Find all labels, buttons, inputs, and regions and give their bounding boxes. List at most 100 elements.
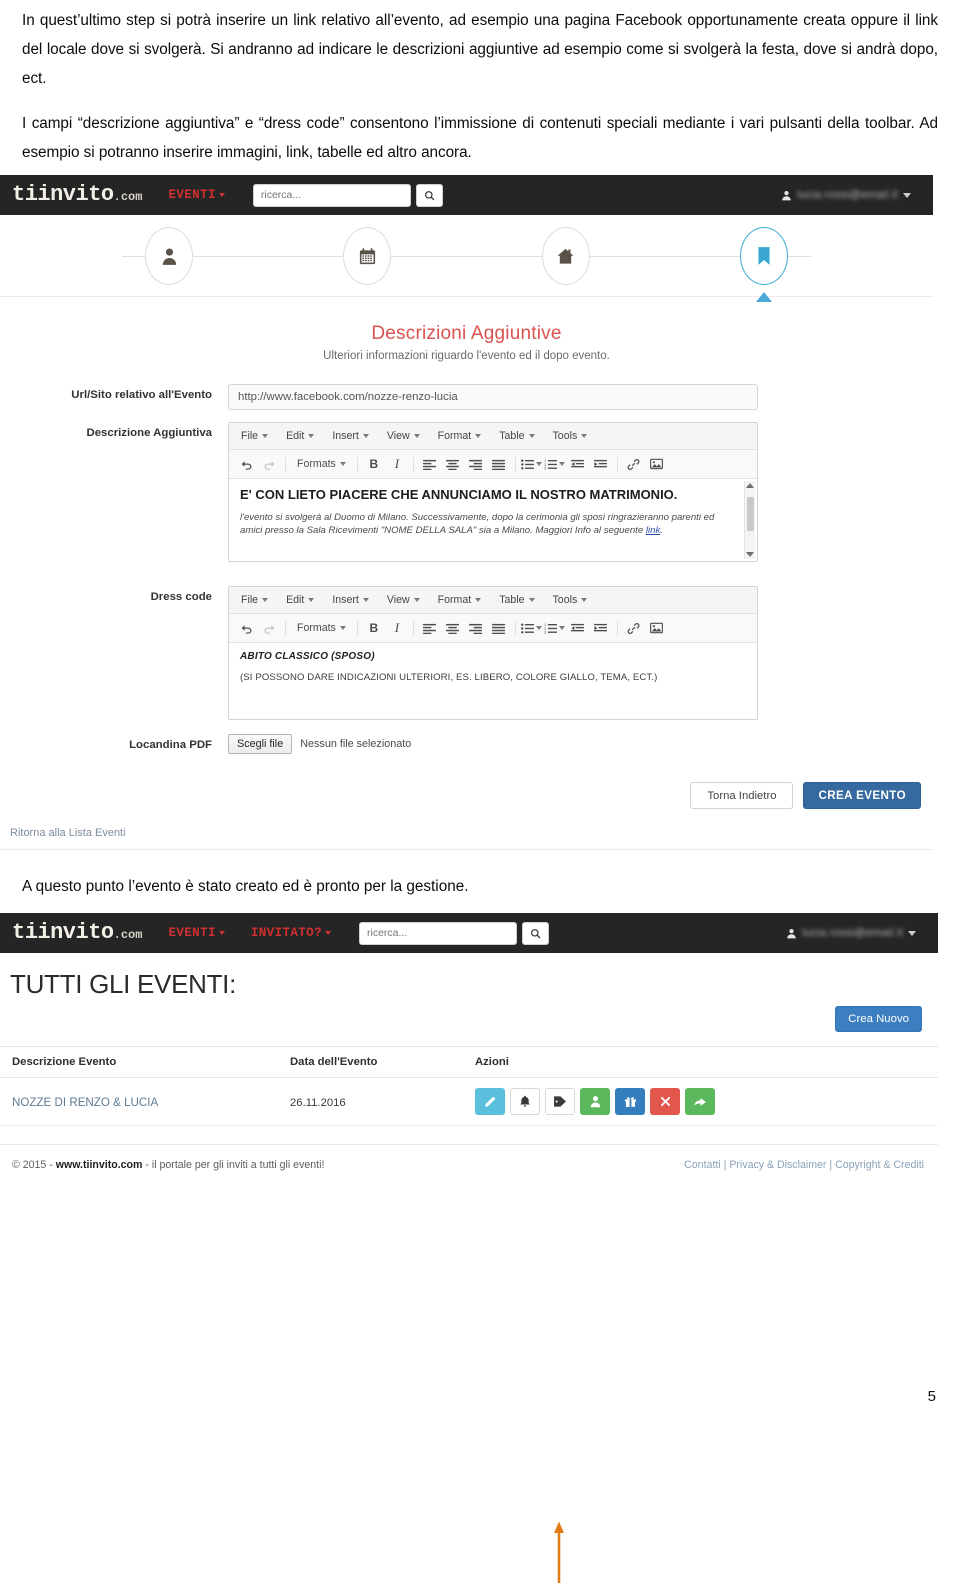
crea-evento-button[interactable]: CREA EVENTO <box>803 782 921 809</box>
search-button[interactable] <box>415 183 443 207</box>
step-1-anagrafica[interactable] <box>145 227 194 285</box>
insert-link-button[interactable] <box>623 454 645 474</box>
gifts-event-button[interactable] <box>615 1088 645 1115</box>
nav-item-invitato[interactable]: INVITATO? <box>251 926 331 940</box>
numbered-list-button[interactable]: 123 <box>544 454 566 474</box>
scrollbar-thumb[interactable] <box>747 497 754 531</box>
step-2-data[interactable] <box>343 227 392 285</box>
notify-event-button[interactable] <box>510 1088 540 1115</box>
insert-image-button[interactable] <box>646 454 668 474</box>
menu-edit[interactable]: Edit <box>278 592 322 608</box>
insert-link-button[interactable] <box>623 618 645 638</box>
menu-insert[interactable]: Insert <box>324 592 377 608</box>
formats-dropdown[interactable]: Formats <box>291 618 352 638</box>
choose-file-button[interactable]: Scegli file <box>228 734 293 754</box>
align-justify-button[interactable] <box>488 454 510 474</box>
editor-toolbar: Formats B I 123 <box>229 450 757 479</box>
align-center-button[interactable] <box>442 454 464 474</box>
delete-event-button[interactable] <box>650 1088 680 1115</box>
event-date: 26.11.2016 <box>290 1096 346 1109</box>
menu-format[interactable]: Format <box>430 592 490 608</box>
event-name-link[interactable]: NOZZE DI RENZO & LUCIA <box>12 1096 158 1109</box>
undo-button[interactable] <box>235 618 257 638</box>
align-right-button[interactable] <box>465 454 487 474</box>
indent-button[interactable] <box>590 454 612 474</box>
menu-format[interactable]: Format <box>430 428 490 444</box>
nav-item-eventi[interactable]: EVENTI <box>168 926 225 940</box>
share-event-button[interactable] <box>685 1088 715 1115</box>
paragraph-2: I campi “descrizione aggiuntiva” e “dres… <box>22 115 938 161</box>
tag-event-button[interactable] <box>545 1088 575 1115</box>
nav-item-eventi[interactable]: EVENTI <box>168 188 225 202</box>
editor-content-area[interactable]: ABITO CLASSICO (SPOSO) (SI POSSONO DARE … <box>229 643 757 719</box>
editor-content-area[interactable]: E' CON LIETO PIACERE CHE ANNUNCIAMO IL N… <box>229 479 757 561</box>
redo-button[interactable] <box>258 618 280 638</box>
formats-dropdown[interactable]: Formats <box>291 454 352 474</box>
step-3-luogo[interactable] <box>541 227 590 285</box>
footer-link-copyright[interactable]: Copyright & Crediti <box>835 1159 924 1171</box>
search-input[interactable] <box>358 921 517 945</box>
row-action-buttons <box>475 1088 938 1115</box>
italic-button[interactable]: I <box>386 454 408 474</box>
bullet-list-button[interactable] <box>521 618 543 638</box>
insert-image-button[interactable] <box>646 618 668 638</box>
align-center-button[interactable] <box>442 618 464 638</box>
align-left-icon <box>423 623 437 634</box>
menu-insert[interactable]: Insert <box>324 428 377 444</box>
menu-view[interactable]: View <box>379 428 428 444</box>
table-row: NOZZE DI RENZO & LUCIA 26.11.2016 <box>0 1077 938 1126</box>
align-right-button[interactable] <box>465 618 487 638</box>
outdent-button[interactable] <box>567 618 589 638</box>
menu-edit[interactable]: Edit <box>278 428 322 444</box>
user-menu[interactable]: lucia.rossi@email.it <box>786 927 916 939</box>
align-left-button[interactable] <box>419 618 441 638</box>
bold-button[interactable]: B <box>363 454 385 474</box>
footer-link-privacy[interactable]: Privacy & Disclaimer <box>729 1159 826 1171</box>
indent-button[interactable] <box>590 618 612 638</box>
chevron-down-icon <box>536 626 543 630</box>
logo-suffix: .com <box>113 190 143 204</box>
menu-table[interactable]: Table <box>491 428 542 444</box>
bullet-list-button[interactable] <box>521 454 543 474</box>
label-locandina: Locandina PDF <box>129 739 212 751</box>
align-justify-button[interactable] <box>488 618 510 638</box>
user-menu[interactable]: lucia.rossi@email.it <box>781 189 911 201</box>
editor-inline-link[interactable]: link <box>646 525 660 536</box>
search-button[interactable] <box>521 921 549 945</box>
redo-button[interactable] <box>258 454 280 474</box>
editor-heading: E' CON LIETO PIACERE CHE ANNUNCIAMO IL N… <box>240 487 678 502</box>
search-input[interactable] <box>252 183 411 207</box>
menu-tools[interactable]: Tools <box>545 428 596 444</box>
numbered-list-icon: 123 <box>544 623 558 634</box>
toolbar-separator <box>285 456 286 472</box>
menu-table[interactable]: Table <box>491 592 542 608</box>
crea-nuovo-button[interactable]: Crea Nuovo <box>835 1006 922 1032</box>
menu-file[interactable]: File <box>233 592 276 608</box>
undo-button[interactable] <box>235 454 257 474</box>
italic-button[interactable]: I <box>386 618 408 638</box>
menu-tools[interactable]: Tools <box>545 592 596 608</box>
numbered-list-button[interactable]: 123 <box>544 618 566 638</box>
site-logo[interactable]: tiinvito .com <box>12 184 142 206</box>
align-right-icon <box>469 623 483 634</box>
footer-link-contatti[interactable]: Contatti <box>684 1159 721 1171</box>
guests-event-button[interactable] <box>580 1088 610 1115</box>
site-logo[interactable]: tiinvito .com <box>12 922 142 944</box>
outdent-button[interactable] <box>567 454 589 474</box>
footer-links: Contatti | Privacy & Disclaimer | Copyri… <box>684 1159 924 1171</box>
editor-scrollbar[interactable] <box>744 481 755 559</box>
editor-toolbar: Formats B I 123 <box>229 614 757 643</box>
chevron-down-icon <box>559 462 566 466</box>
url-input[interactable] <box>228 384 758 410</box>
ritorna-lista-eventi-link[interactable]: Ritorna alla Lista Eventi <box>0 813 126 845</box>
bold-button[interactable]: B <box>363 618 385 638</box>
edit-event-button[interactable] <box>475 1088 505 1115</box>
step-4-descrizioni[interactable] <box>739 227 788 302</box>
align-left-button[interactable] <box>419 454 441 474</box>
indent-icon <box>594 459 608 467</box>
align-justify-icon <box>492 459 506 470</box>
torna-indietro-button[interactable]: Torna Indietro <box>690 782 794 809</box>
bell-icon <box>520 1095 530 1107</box>
menu-view[interactable]: View <box>379 592 428 608</box>
menu-file[interactable]: File <box>233 428 276 444</box>
